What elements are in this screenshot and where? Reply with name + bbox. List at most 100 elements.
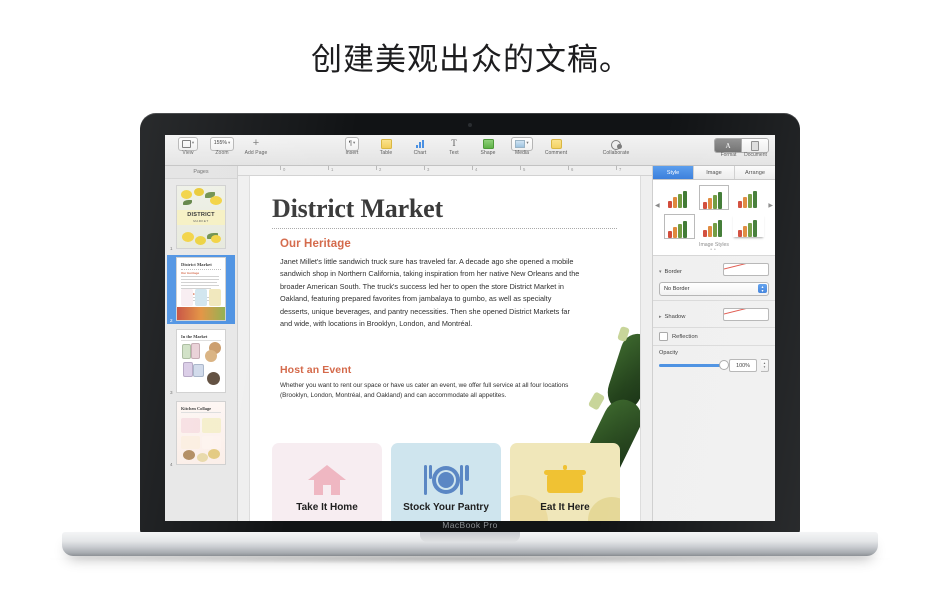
pages-sidebar: Pages DISTRICT MARKET 1 District Market … [165, 166, 238, 521]
zoom-control[interactable]: 155% ▾ Zoom [205, 136, 239, 156]
table-icon [380, 137, 392, 150]
styles-prev-arrow[interactable]: ◀ [655, 202, 660, 209]
collaborate-label: Collaborate [602, 150, 630, 156]
toolbar-left-group: ▾ View 155% ▾ Zoom + Add Page [171, 136, 273, 156]
tab-image[interactable]: Image [694, 166, 735, 179]
opacity-stepper[interactable]: ▴ ▾ [761, 359, 769, 372]
feature-card-label: Eat It Here [540, 502, 590, 513]
image-style-option[interactable] [733, 185, 764, 208]
tab-style[interactable]: Style [653, 166, 694, 179]
border-label: Border [664, 269, 682, 275]
opacity-slider[interactable] [659, 361, 728, 369]
feature-card-stock-your-pantry[interactable]: Stock Your Pantry [391, 443, 501, 521]
section-heading-heritage: Our Heritage [280, 238, 351, 250]
image-style-option[interactable] [733, 214, 764, 237]
inspector-toggle-labels: Format Document [715, 152, 769, 158]
styles-pagination-dots[interactable]: •• [657, 248, 771, 253]
border-style-value: No Border [664, 286, 690, 292]
feature-card-take-it-home[interactable]: Take It Home [272, 443, 382, 521]
inspector-toggle-group[interactable]: A [714, 138, 769, 153]
house-icon [272, 463, 382, 497]
page-headline: 创建美观出众的文稿。 [311, 42, 631, 78]
media-label: Media [514, 150, 530, 156]
view-button[interactable]: ▾ View [171, 136, 205, 156]
plate-cutlery-icon [391, 463, 501, 497]
page-thumbnail-1[interactable]: DISTRICT MARKET 1 [167, 183, 235, 252]
thumbnail-section-2: Our Heritage [181, 271, 200, 275]
shadow-color-swatch[interactable] [723, 307, 769, 321]
section-body-heritage[interactable]: Janet Millet's little sandwich truck sur… [280, 256, 580, 330]
feature-card-eat-it-here[interactable]: Eat It Here [510, 443, 620, 521]
device-model-label: MacBook Pro [442, 520, 498, 530]
opacity-slider-knob[interactable] [720, 361, 728, 369]
add-page-button[interactable]: + Add Page [239, 137, 273, 156]
view-label: View [182, 150, 194, 156]
text-button[interactable]: T Text [437, 137, 471, 156]
insert-button[interactable]: ¶ ▾ Insert [335, 136, 369, 156]
pages-sidebar-header: Pages [165, 166, 237, 179]
table-button[interactable]: Table [369, 137, 403, 156]
chart-button[interactable]: Chart [403, 137, 437, 156]
laptop-base [62, 532, 878, 556]
app-toolbar: ▾ View 155% ▾ Zoom + Add Page ¶ ▾ Insert… [165, 135, 775, 166]
reflection-checkbox[interactable] [659, 332, 668, 341]
format-label: Format [720, 152, 737, 158]
collaborate-button[interactable]: Collaborate [593, 137, 639, 156]
pilcrow-icon: ¶ ▾ [344, 136, 360, 151]
disclosure-triangle-icon[interactable]: ▾ [659, 269, 662, 275]
image-style-option[interactable] [698, 214, 730, 237]
thumbnail-title-4: Kitchen Collage [181, 406, 212, 411]
ruler-tick-7: 7 [619, 167, 622, 172]
thumbnail-number-4: 4 [170, 462, 173, 467]
ruler-tick-3: 3 [427, 167, 430, 172]
page-thumbnail-3[interactable]: In the Market 3 [167, 327, 235, 396]
macbook-pro-device: MacBook Pro ▾ View 155% ▾ Zoom + Add Pag… [50, 113, 890, 564]
image-style-option[interactable] [664, 214, 695, 239]
document-page[interactable]: District Market Our Heritage Janet Mille… [250, 176, 640, 521]
opacity-value-field[interactable]: 100% [729, 359, 757, 372]
feature-card-label: Stock Your Pantry [403, 502, 489, 513]
document-canvas[interactable]: District Market Our Heritage Janet Mille… [238, 176, 652, 521]
horizontal-ruler[interactable]: 0 1 2 3 4 5 6 7 [238, 166, 652, 176]
disclosure-triangle-icon[interactable]: ▸ [659, 314, 662, 320]
zoom-value: 155% [213, 139, 227, 146]
image-style-option[interactable] [664, 185, 695, 208]
zoom-value-field[interactable]: 155% ▾ [209, 136, 235, 151]
document-title: District Market [272, 194, 443, 223]
opacity-label: Opacity [659, 350, 678, 356]
image-style-option[interactable] [698, 185, 730, 210]
plus-icon: + [252, 137, 260, 149]
feature-card-label: Take It Home [296, 502, 358, 513]
format-toggle[interactable]: A [715, 139, 742, 152]
thumbnail-canvas-4: Kitchen Collage [176, 401, 226, 465]
pot-icon [510, 463, 620, 495]
page-thumbnail-4[interactable]: Kitchen Collage 4 [167, 399, 235, 468]
app-body: Pages DISTRICT MARKET 1 District Market … [165, 166, 775, 521]
ruler-tick-4: 4 [475, 167, 478, 172]
promo-stage: 创建美观出众的文稿。 MacBook Pro ▾ View 155% ▾ Zoo… [0, 0, 942, 589]
border-color-swatch[interactable] [723, 262, 769, 276]
text-icon: T [451, 138, 457, 148]
ruler-tick-5: 5 [523, 167, 526, 172]
feature-cards: Take It Home Stock Your Pantry Eat It He… [272, 443, 622, 521]
laptop-lid: MacBook Pro ▾ View 155% ▾ Zoom + Add Pag… [140, 113, 800, 535]
comment-label: Comment [544, 150, 568, 156]
comment-button[interactable]: Comment [539, 137, 573, 156]
border-style-select[interactable]: No Border ▴ ▾ [659, 282, 769, 296]
tab-arrange[interactable]: Arrange [735, 166, 775, 179]
title-divider [272, 228, 617, 229]
canvas-column: 0 1 2 3 4 5 6 7 District Market Our Heri… [238, 166, 652, 521]
shape-icon [482, 137, 494, 150]
chart-label: Chart [413, 150, 427, 156]
document-toggle[interactable] [742, 139, 768, 152]
shape-button[interactable]: Shape [471, 137, 505, 156]
thumbnail-canvas-3: In the Market [176, 329, 226, 393]
styles-next-arrow[interactable]: ▶ [768, 202, 773, 209]
collaborate-icon [610, 137, 622, 150]
thumbnail-subtitle-1: MARKET [193, 219, 209, 223]
page-thumbnail-2[interactable]: District Market Our Heritage Host [167, 255, 235, 324]
thumbnail-title-3: In the Market [181, 334, 208, 339]
section-body-event[interactable]: Whether you want to rent our space or ha… [280, 381, 570, 401]
media-icon: ▾ [511, 136, 533, 151]
media-button[interactable]: ▾ Media [505, 136, 539, 156]
